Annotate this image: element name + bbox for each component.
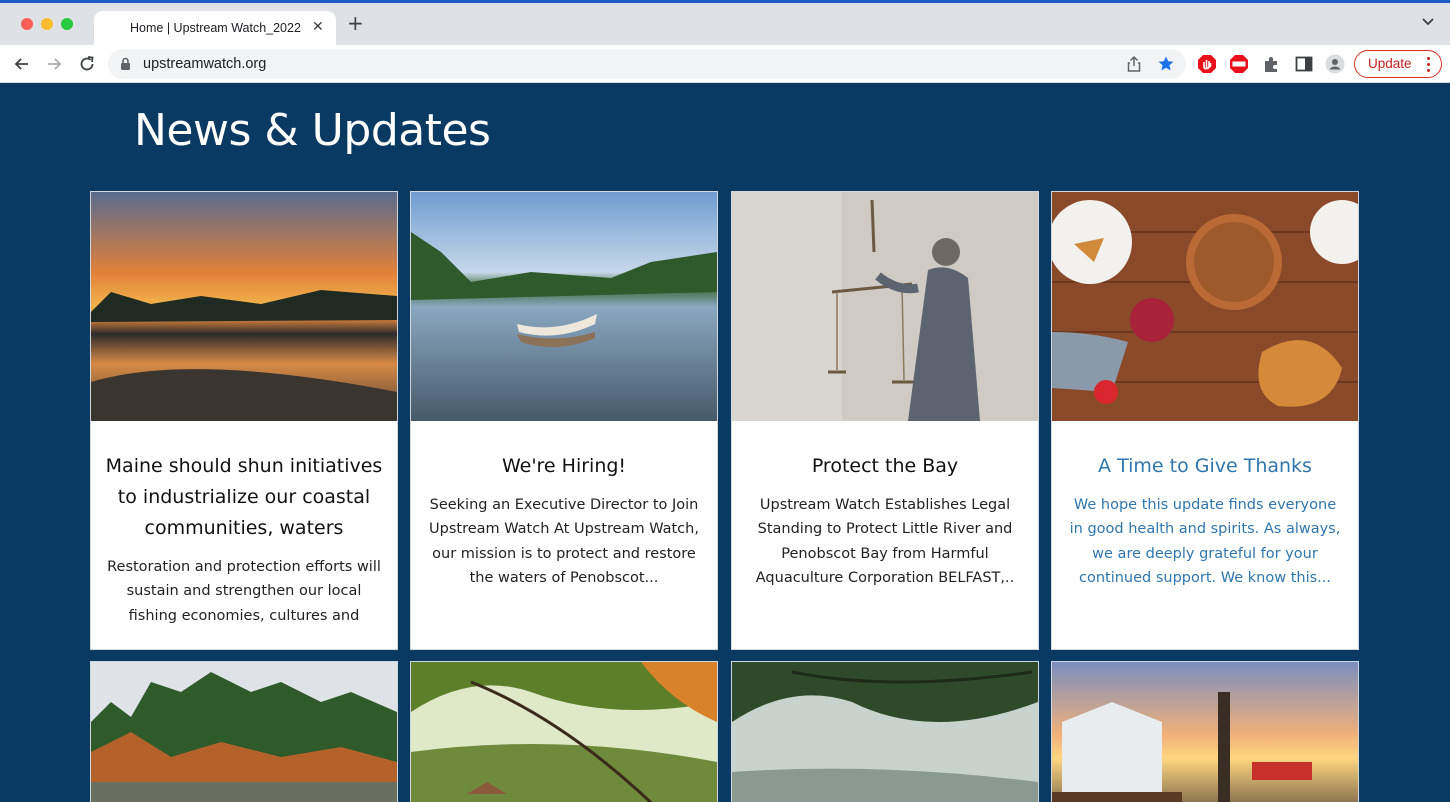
card-excerpt: Restoration and protection efforts will … <box>107 559 381 624</box>
side-panel-icon[interactable] <box>1294 54 1314 74</box>
share-icon[interactable] <box>1126 55 1142 73</box>
card-excerpt: Seeking an Executive Director to Join Up… <box>429 497 699 586</box>
card-image-thanksgiving-table[interactable] <box>1052 192 1358 421</box>
tab-close-icon[interactable]: ✕ <box>312 19 324 35</box>
bookmark-star-icon[interactable] <box>1157 55 1175 73</box>
lock-icon[interactable] <box>120 57 131 70</box>
card-image-misty-pine-branches[interactable] <box>732 662 1038 802</box>
page-title: News & Updates <box>134 105 491 156</box>
card-title[interactable]: Maine should shun initiatives to industr… <box>103 451 385 544</box>
card-image-harbor-dock-sunset[interactable] <box>1052 662 1358 802</box>
news-card[interactable]: Maine should shun initiatives to industr… <box>90 191 398 650</box>
more-menu-icon[interactable] <box>1427 57 1431 75</box>
adblock-extension-icon[interactable] <box>1197 54 1217 74</box>
tab-title: Home | Upstream Watch_2022 <box>130 21 301 35</box>
chevron-down-icon[interactable] <box>1421 15 1435 29</box>
card-title[interactable]: Protect the Bay <box>744 451 1026 482</box>
close-window-button[interactable] <box>21 18 33 30</box>
news-card[interactable]: A Time to Give Thanks We hope this updat… <box>1051 191 1359 650</box>
tab-active[interactable]: Home | Upstream Watch_2022 ✕ <box>94 11 336 45</box>
card-excerpt: Upstream Watch Establishes Legal Standin… <box>755 497 1015 586</box>
card-image-sunset-shoreline[interactable] <box>91 192 397 421</box>
tab-bar: Home | Upstream Watch_2022 ✕ + <box>0 3 1450 45</box>
news-card[interactable] <box>1051 661 1359 802</box>
card-image-lady-justice-statue[interactable] <box>732 192 1038 421</box>
card-title[interactable]: A Time to Give Thanks <box>1064 451 1346 482</box>
card-image-rowboat-lake[interactable] <box>411 192 717 421</box>
page-content: News & Updates Maine should shun initiat… <box>0 83 1450 802</box>
minimize-window-button[interactable] <box>41 18 53 30</box>
forward-icon[interactable] <box>44 54 64 74</box>
news-card[interactable] <box>410 661 718 802</box>
card-image-autumn-lake-trees[interactable] <box>91 662 397 802</box>
extensions-puzzle-icon[interactable] <box>1262 54 1282 74</box>
browser-toolbar: upstreamwatch.org Update <box>0 45 1450 83</box>
address-bar[interactable]: upstreamwatch.org <box>108 49 1186 79</box>
news-card[interactable] <box>90 661 398 802</box>
abp-extension-icon[interactable] <box>1229 54 1249 74</box>
news-card[interactable]: We're Hiring! Seeking an Executive Direc… <box>410 191 718 650</box>
reload-icon[interactable] <box>77 54 97 74</box>
back-icon[interactable] <box>12 54 32 74</box>
new-tab-button[interactable]: + <box>347 13 364 33</box>
card-image-autumn-foliage-gazebo[interactable] <box>411 662 717 802</box>
url-text[interactable]: upstreamwatch.org <box>143 56 266 72</box>
card-excerpt: We hope this update finds everyone in go… <box>1069 497 1341 586</box>
maximize-window-button[interactable] <box>61 18 73 30</box>
update-button[interactable]: Update <box>1354 50 1442 78</box>
card-title[interactable]: We're Hiring! <box>423 451 705 482</box>
news-card[interactable]: Protect the Bay Upstream Watch Establish… <box>731 191 1039 650</box>
update-label: Update <box>1368 56 1412 71</box>
profile-avatar-icon[interactable] <box>1325 54 1345 74</box>
news-card[interactable] <box>731 661 1039 802</box>
